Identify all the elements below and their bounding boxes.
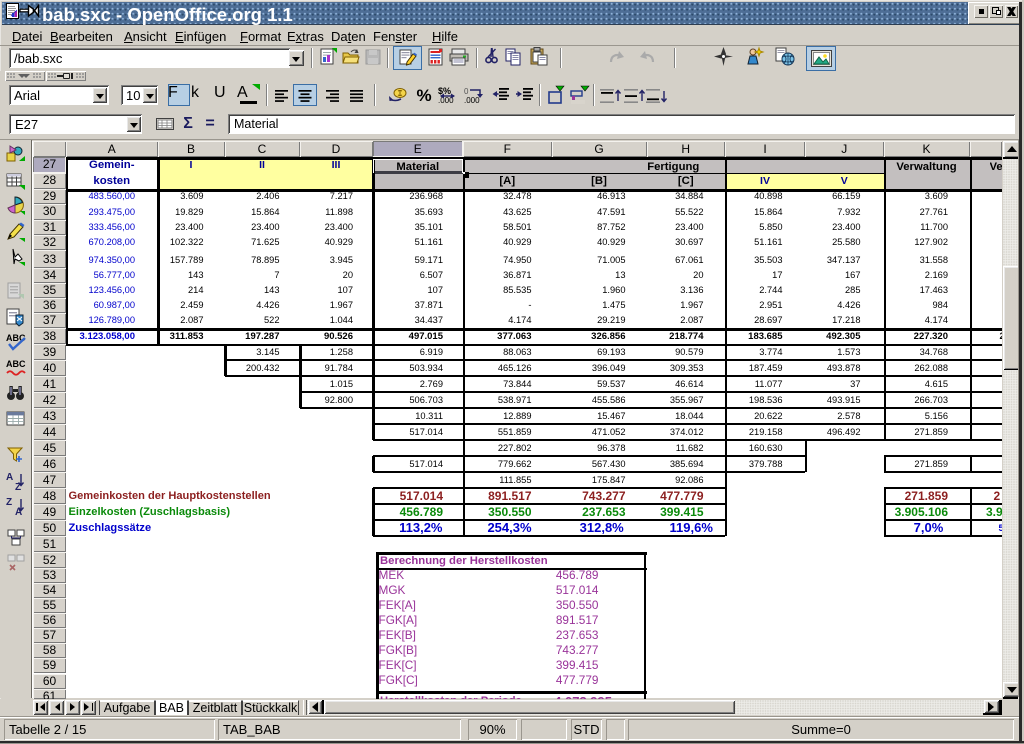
svg-text:$%: $% bbox=[438, 86, 451, 96]
svg-text:0: 0 bbox=[464, 87, 469, 96]
svg-text:Z: Z bbox=[6, 497, 12, 508]
svg-text:ABC: ABC bbox=[6, 333, 26, 343]
svg-text:A: A bbox=[6, 472, 13, 483]
svg-text:ABC: ABC bbox=[6, 359, 26, 369]
svg-text:.000: .000 bbox=[464, 96, 480, 105]
